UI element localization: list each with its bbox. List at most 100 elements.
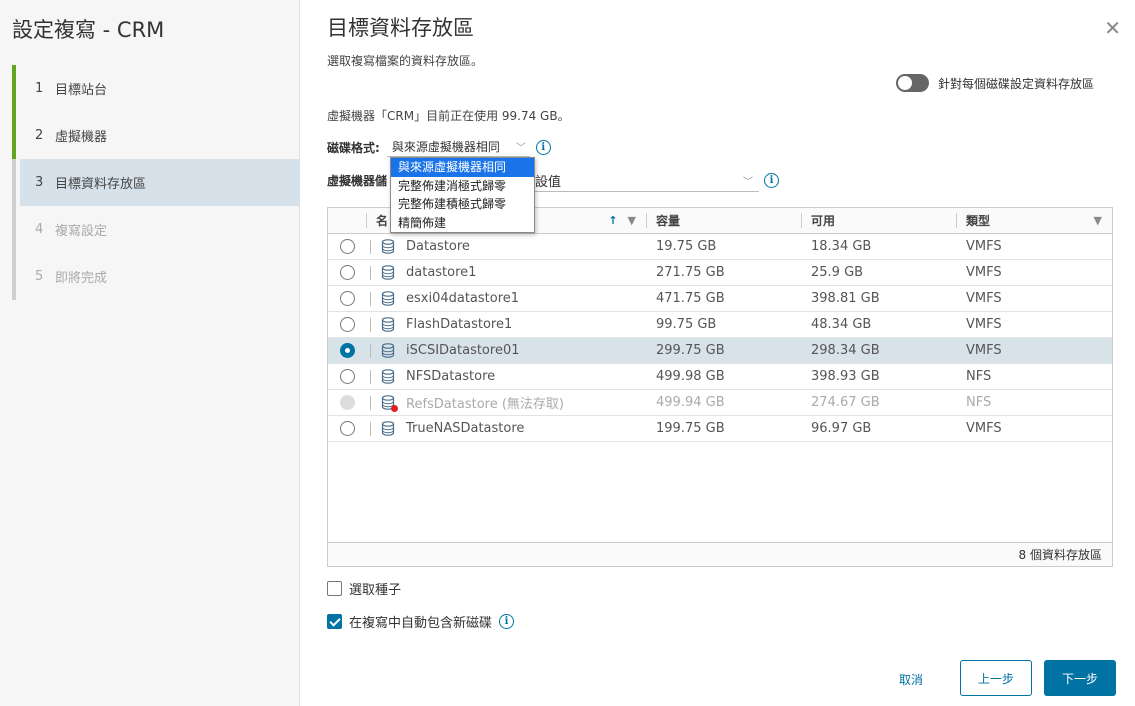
step-label: 目標資料存放區 (55, 177, 147, 192)
row-select-cell (328, 338, 366, 363)
step-target-site[interactable]: 1 目標站台 (12, 65, 300, 112)
type-cell: VMFS (966, 239, 1002, 254)
row-radio[interactable] (340, 369, 355, 384)
row-radio[interactable] (340, 317, 355, 332)
info-icon[interactable]: i (535, 139, 551, 155)
type-cell: VMFS (966, 291, 1002, 306)
name-cell: NFSDatastore (366, 364, 646, 389)
step-number: 3 (35, 175, 44, 190)
capacity-cell: 99.75 GB (656, 317, 717, 332)
datastore-name: RefsDatastore (無法存取) (406, 397, 564, 412)
auto-include-label: 在複寫中自動包含新磁碟 (349, 616, 493, 631)
column-separator (370, 291, 371, 306)
cancel-button[interactable]: 取消 (899, 671, 923, 688)
free-header-label: 可用 (811, 214, 836, 228)
per-disk-toggle[interactable] (895, 74, 929, 92)
row-radio[interactable] (340, 265, 355, 280)
error-badge-icon (391, 405, 398, 412)
name-cell: datastore1 (366, 260, 646, 285)
type-column-header[interactable]: 類型 ▼ (956, 208, 1112, 233)
row-select-cell (328, 312, 366, 337)
type-cell: NFS (966, 395, 992, 410)
capacity-column-header[interactable]: 容量 (646, 208, 801, 233)
datastore-name: iSCSIDatastore01 (406, 343, 520, 358)
step-number: 2 (35, 128, 44, 143)
disk-format-value: 與來源虛擬機器相同 (391, 140, 500, 154)
column-separator (370, 395, 371, 410)
info-icon[interactable]: i (764, 173, 779, 188)
disk-format-option[interactable]: 完整佈建消極式歸零 (391, 177, 534, 196)
step-virtual-machines[interactable]: 2 虛擬機器 (12, 112, 300, 159)
back-button[interactable]: 上一步 (960, 660, 1032, 696)
disk-format-option[interactable]: 完整佈建積極式歸零 (391, 195, 534, 214)
table-row[interactable]: iSCSIDatastore01 299.75 GB 298.34 GB VMFS (328, 338, 1112, 364)
type-header-label: 類型 (966, 214, 991, 228)
free-cell: 18.34 GB (811, 239, 872, 254)
table-row[interactable]: FlashDatastore1 99.75 GB 48.34 GB VMFS (328, 312, 1112, 338)
name-cell: iSCSIDatastore01 (366, 338, 646, 363)
table-row[interactable]: NFSDatastore 499.98 GB 398.93 GB NFS (328, 364, 1112, 390)
type-cell: VMFS (966, 343, 1002, 358)
table-row[interactable]: Datastore 19.75 GB 18.34 GB VMFS (328, 234, 1112, 260)
vm-usage-text: 虛擬機器「CRM」目前正在使用 99.74 GB。 (327, 109, 570, 123)
row-radio (340, 395, 355, 410)
step-target-datastore[interactable]: 3 目標資料存放區 (12, 159, 300, 206)
column-separator (370, 317, 371, 332)
table-row[interactable]: datastore1 271.75 GB 25.9 GB VMFS (328, 260, 1112, 286)
type-cell: VMFS (966, 421, 1002, 436)
table-row[interactable]: esxi04datastore1 471.75 GB 398.81 GB VMFS (328, 286, 1112, 312)
free-cell: 25.9 GB (811, 265, 864, 280)
capacity-cell: 199.75 GB (656, 421, 725, 436)
sort-asc-icon[interactable]: ↑ (608, 214, 617, 227)
datastore-grid: 名 ↑ ▼ 容量 可用 類型 ▼ Datastore 19.75 GB 18.34 G… (327, 207, 1113, 567)
close-icon[interactable]: ✕ (1104, 18, 1121, 38)
auto-include-row: 在複寫中自動包含新磁碟 i (327, 612, 515, 631)
free-column-header[interactable]: 可用 (801, 208, 956, 233)
name-cell: esxi04datastore1 (366, 286, 646, 311)
datastore-name: datastore1 (406, 265, 477, 280)
row-radio[interactable] (340, 291, 355, 306)
step-replication-settings: 4 複寫設定 (12, 206, 300, 253)
column-separator (370, 239, 371, 254)
step-number: 1 (35, 81, 44, 96)
wizard-title: 設定複寫 - CRM (12, 18, 165, 42)
datastore-icon (381, 421, 395, 436)
disk-format-label: 磁碟格式: (327, 140, 380, 155)
row-radio[interactable] (340, 343, 355, 358)
datastore-icon (381, 291, 395, 306)
column-separator (370, 421, 371, 436)
column-separator (370, 265, 371, 280)
wizard-sidebar: 設定複寫 - CRM 1 目標站台 2 虛擬機器 3 目標資料存放區 4 複寫設… (0, 0, 300, 706)
step-number: 5 (35, 269, 44, 284)
datastore-name: TrueNASDatastore (406, 421, 525, 436)
filter-icon[interactable]: ▼ (628, 214, 636, 227)
grid-body: Datastore 19.75 GB 18.34 GB VMFS datastore1 2… (328, 234, 1112, 442)
capacity-cell: 19.75 GB (656, 239, 717, 254)
disk-format-select[interactable]: 與來源虛擬機器相同 ﹀ (386, 137, 530, 157)
free-cell: 96.97 GB (811, 421, 872, 436)
free-cell: 398.93 GB (811, 369, 880, 384)
row-select-cell (328, 234, 366, 259)
row-select-cell (328, 416, 366, 441)
per-disk-toggle-label: 針對每個磁碟設定資料存放區 (937, 76, 1094, 91)
select-seeds-checkbox[interactable] (327, 581, 342, 596)
table-row: RefsDatastore (無法存取) 499.94 GB 274.67 GB NF… (328, 390, 1112, 416)
next-button[interactable]: 下一步 (1044, 660, 1116, 696)
disk-format-option[interactable]: 與來源虛擬機器相同 (391, 158, 534, 177)
filter-icon[interactable]: ▼ (1094, 214, 1102, 227)
table-row[interactable]: TrueNASDatastore 199.75 GB 96.97 GB VMFS (328, 416, 1112, 442)
row-radio[interactable] (340, 421, 355, 436)
vm-storage-policy-select[interactable]: 設值 ﹀ (535, 170, 759, 192)
row-radio[interactable] (340, 239, 355, 254)
datastore-icon (381, 395, 398, 412)
name-cell: TrueNASDatastore (366, 416, 646, 441)
datastore-icon (381, 239, 395, 254)
auto-include-checkbox[interactable] (327, 614, 342, 629)
info-icon[interactable]: i (499, 614, 515, 629)
step-label: 虛擬機器 (55, 130, 108, 145)
step-number: 4 (35, 222, 44, 237)
disk-format-option[interactable]: 精簡佈建 (391, 214, 534, 233)
type-cell: NFS (966, 369, 992, 384)
column-separator (370, 369, 371, 384)
name-header-label: 名 (376, 214, 389, 228)
